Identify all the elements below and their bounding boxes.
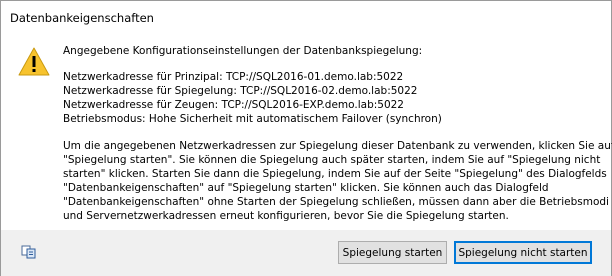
configuration-details: Netzwerkadresse für Prinzipal: TCP://SQL… xyxy=(63,70,603,126)
intro-line: Angegebene Konfigurationseinstellungen d… xyxy=(63,45,423,57)
info-line: Um die angegebenen Netzwerkadressen zur … xyxy=(63,140,612,152)
operating-mode: Betriebsmodus: Hohe Sicherheit mit autom… xyxy=(63,113,442,125)
info-line: und Servernetzwerkadressen erneut konfig… xyxy=(63,210,509,222)
start-mirroring-button[interactable]: Spiegelung starten xyxy=(338,241,447,264)
title-bar[interactable]: Datenbankeigenschaften xyxy=(1,1,611,34)
window-title: Datenbankeigenschaften xyxy=(10,11,154,25)
copy-icon[interactable] xyxy=(21,245,37,259)
principal-address: Netzwerkadresse für Prinzipal: TCP://SQL… xyxy=(63,71,404,83)
dialog-window: Datenbankeigenschaften Angegebene Konfig… xyxy=(0,0,612,276)
info-line: "Datenbankeigenschaften" auf "Spiegelung… xyxy=(63,182,549,194)
do-not-start-mirroring-button[interactable]: Spiegelung nicht starten xyxy=(454,241,592,264)
info-line: starten" klicken. Starten Sie dann die S… xyxy=(63,168,607,180)
mirror-address: Netzwerkadresse für Spiegelung: TCP://SQ… xyxy=(63,85,418,97)
intro-text: Angegebene Konfigurationseinstellungen d… xyxy=(63,44,603,58)
button-bar: Spiegelung starten Spiegelung nicht star… xyxy=(1,230,611,276)
info-line: "Datenbankeigenschaften" ohne Starten de… xyxy=(63,196,609,208)
witness-address: Netzwerkadresse für Zeugen: TCP://SQL201… xyxy=(63,99,404,111)
dialog-body: Angegebene Konfigurationseinstellungen d… xyxy=(1,34,612,230)
info-line: "Spiegelung starten". Sie können die Spi… xyxy=(63,154,601,166)
info-text: Um die angegebenen Netzwerkadressen zur … xyxy=(63,139,612,223)
warning-icon xyxy=(18,47,50,76)
